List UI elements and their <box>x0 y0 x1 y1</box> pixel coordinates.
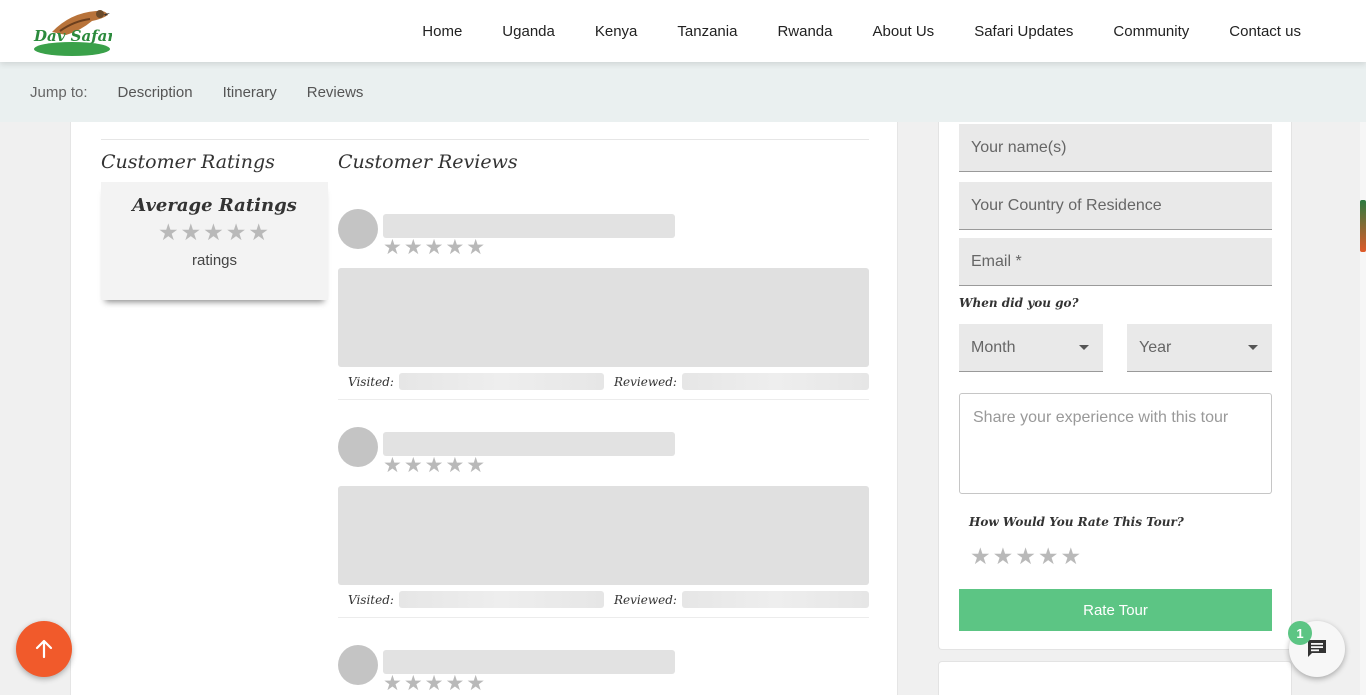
reviews-section: Customer Ratings Customer Reviews Averag… <box>70 122 898 695</box>
customer-reviews-heading: Customer Reviews <box>338 151 518 173</box>
nav-community[interactable]: Community <box>1113 23 1189 40</box>
average-ratings-card: Average Ratings ★★★★★ ratings <box>101 182 328 300</box>
review-meta: Visited: Reviewed: <box>338 591 869 609</box>
dav-safaris-logo[interactable]: Dav Safaris <box>30 5 112 59</box>
nav-kenya[interactable]: Kenya <box>595 23 638 40</box>
when-did-you-go-label: When did you go? <box>959 296 1079 310</box>
name-input[interactable]: Your name(s) <box>959 124 1272 172</box>
reviewed-date-placeholder <box>682 373 869 390</box>
month-select[interactable]: Month <box>959 324 1103 372</box>
visited-label: Visited: <box>348 375 394 389</box>
nav-tanzania[interactable]: Tanzania <box>677 23 737 40</box>
jump-reviews-link[interactable]: Reviews <box>307 84 364 101</box>
nav-contact-us[interactable]: Contact us <box>1229 23 1301 40</box>
nav-safari-updates[interactable]: Safari Updates <box>974 23 1073 40</box>
site-header: Dav Safaris Home Uganda Kenya Tanzania R… <box>0 0 1366 62</box>
year-select-value: Year <box>1139 338 1172 356</box>
jump-itinerary-link[interactable]: Itinerary <box>223 84 277 101</box>
sidebar-card <box>938 661 1292 695</box>
chat-bubble-icon <box>1308 640 1326 657</box>
review-star-icons: ★★★★★ <box>383 236 488 259</box>
review-placeholder: ★★★★★ Visited: Reviewed: <box>338 427 869 619</box>
email-input[interactable]: Email * <box>959 238 1272 286</box>
review-placeholder: ★★★★★ Visited: Reviewed: <box>338 209 869 401</box>
chat-notification-badge: 1 <box>1288 621 1312 645</box>
divider <box>338 617 869 618</box>
nav-rwanda[interactable]: Rwanda <box>777 23 832 40</box>
average-ratings-title: Average Ratings <box>132 195 297 216</box>
caret-down-icon <box>1079 345 1089 350</box>
review-meta: Visited: Reviewed: <box>338 373 869 391</box>
main-nav: Home Uganda Kenya Tanzania Rwanda About … <box>382 0 1301 62</box>
visited-label: Visited: <box>348 593 394 607</box>
month-select-value: Month <box>971 338 1016 356</box>
customer-ratings-heading: Customer Ratings <box>101 151 275 173</box>
scrollbar-thumb[interactable] <box>1360 200 1366 252</box>
avatar <box>338 645 378 685</box>
review-placeholder: ★★★★★ <box>338 645 869 695</box>
nav-uganda[interactable]: Uganda <box>502 23 555 40</box>
reviewed-date-placeholder <box>682 591 869 608</box>
experience-textarea[interactable]: Share your experience with this tour <box>959 393 1272 494</box>
review-form: Your name(s) Your Country of Residence E… <box>938 122 1292 650</box>
divider <box>338 399 869 400</box>
review-star-icons: ★★★★★ <box>383 672 488 695</box>
visited-date-placeholder <box>399 591 604 608</box>
avatar <box>338 427 378 467</box>
arrow-up-icon <box>35 639 53 659</box>
ratings-count-label: ratings <box>191 252 238 269</box>
review-body-placeholder <box>338 486 869 585</box>
nav-home[interactable]: Home <box>422 23 462 40</box>
jump-description-link[interactable]: Description <box>118 84 193 101</box>
scroll-to-top-button[interactable] <box>16 621 72 677</box>
rate-tour-button[interactable]: Rate Tour <box>959 589 1272 631</box>
visited-date-placeholder <box>399 373 604 390</box>
average-star-icons: ★★★★★ <box>157 219 272 245</box>
jump-to-bar: Jump to: Description Itinerary Reviews <box>0 62 1366 122</box>
rate-tour-label: How Would You Rate This Tour? <box>969 515 1184 529</box>
svg-text:Dav Safaris: Dav Safaris <box>33 27 112 45</box>
reviewed-label: Reviewed: <box>614 375 677 389</box>
year-select[interactable]: Year <box>1127 324 1272 372</box>
reviewed-label: Reviewed: <box>614 593 677 607</box>
rating-star-input[interactable]: ★★★★★ <box>970 543 1083 570</box>
caret-down-icon <box>1248 345 1258 350</box>
jump-to-label: Jump to: <box>30 83 88 101</box>
nav-about-us[interactable]: About Us <box>872 23 934 40</box>
review-star-icons: ★★★★★ <box>383 454 488 477</box>
divider <box>101 139 869 140</box>
review-body-placeholder <box>338 268 869 367</box>
avatar <box>338 209 378 249</box>
country-input[interactable]: Your Country of Residence <box>959 182 1272 230</box>
